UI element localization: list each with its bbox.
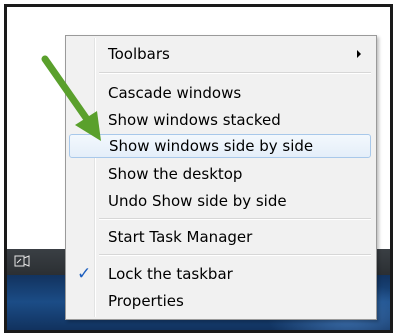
show-desktop-icon[interactable] — [14, 254, 30, 268]
menu-item-label: Cascade windows — [108, 84, 242, 102]
menu-item-label: Toolbars — [108, 45, 170, 63]
menu-item-lock-the-taskbar[interactable]: ✓ Lock the taskbar — [69, 262, 371, 286]
menu-separator — [99, 254, 371, 256]
menu-item-show-windows-side-by-side[interactable]: Show windows side by side — [69, 134, 371, 158]
submenu-arrow-icon — [357, 50, 361, 58]
menu-separator — [99, 218, 371, 220]
menu-separator — [99, 72, 371, 74]
menu-item-show-windows-stacked[interactable]: Show windows stacked — [69, 108, 371, 132]
menu-item-label: Undo Show side by side — [108, 192, 287, 210]
taskbar-context-menu: Toolbars Cascade windows Show windows st… — [65, 35, 377, 320]
menu-item-start-task-manager[interactable]: Start Task Manager — [69, 225, 371, 249]
menu-item-label: Properties — [108, 292, 184, 310]
menu-item-label: Start Task Manager — [108, 228, 253, 246]
screenshot-frame: Toolbars Cascade windows Show windows st… — [4, 4, 393, 333]
menu-item-label: Show windows side by side — [109, 137, 314, 155]
menu-item-toolbars[interactable]: Toolbars — [69, 42, 371, 66]
menu-item-undo-show-side-by-side[interactable]: Undo Show side by side — [69, 189, 371, 213]
menu-item-label: Lock the taskbar — [108, 265, 233, 283]
green-arrow-icon — [41, 55, 101, 141]
menu-item-label: Show windows stacked — [108, 111, 281, 129]
menu-item-show-the-desktop[interactable]: Show the desktop — [69, 162, 371, 186]
checkmark-icon: ✓ — [77, 264, 92, 284]
menu-item-properties[interactable]: Properties — [69, 289, 371, 313]
menu-item-label: Show the desktop — [108, 165, 243, 183]
menu-item-cascade-windows[interactable]: Cascade windows — [69, 81, 371, 105]
